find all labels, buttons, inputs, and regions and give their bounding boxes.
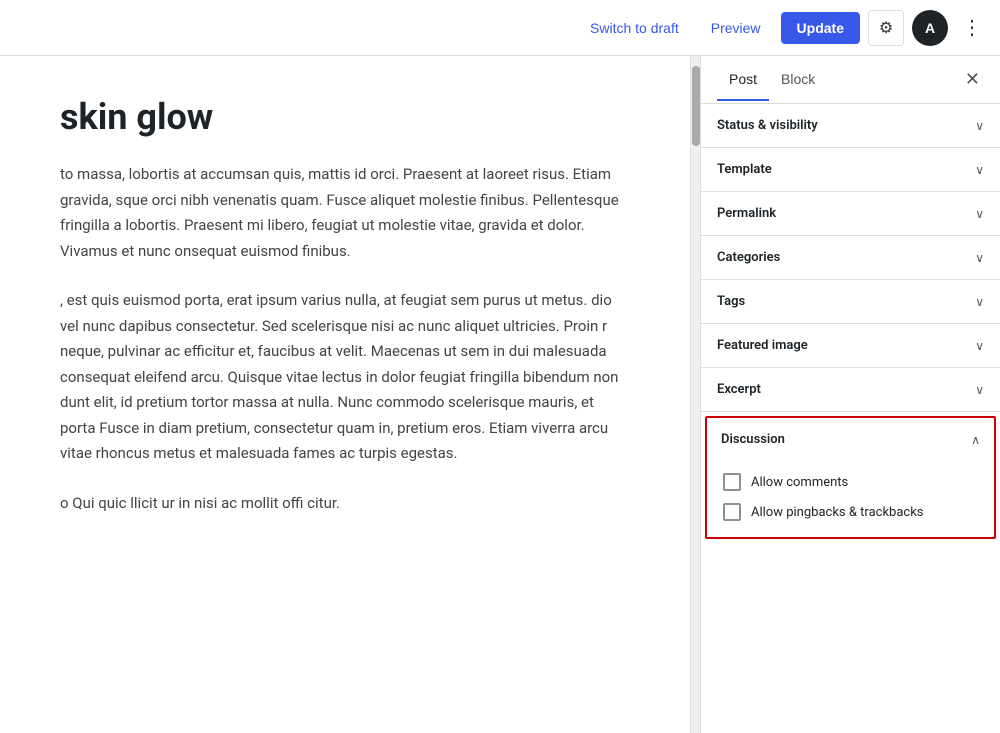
panel-excerpt-header[interactable]: Excerpt ∨ — [701, 368, 1000, 411]
tab-block[interactable]: Block — [769, 59, 827, 101]
sidebar-close-button[interactable]: ✕ — [961, 65, 984, 94]
editor-heading: skin glow — [60, 96, 630, 138]
sidebar-panels: Status & visibility ∨ Template ∨ Permali… — [701, 104, 1000, 733]
panel-discussion: Discussion ∧ Allow comments Allow pingba… — [705, 416, 996, 539]
panel-categories-header[interactable]: Categories ∨ — [701, 236, 1000, 279]
discussion-body: Allow comments Allow pingbacks & trackba… — [707, 461, 994, 537]
chevron-down-icon: ∨ — [975, 119, 984, 133]
editor-paragraph-3: o Qui quic llicit ur in nisi ac mollit o… — [60, 491, 630, 517]
panel-excerpt: Excerpt ∨ — [701, 368, 1000, 412]
allow-comments-label: Allow comments — [751, 475, 848, 490]
panel-status-visibility-header[interactable]: Status & visibility ∨ — [701, 104, 1000, 147]
more-options-button[interactable]: ⋮ — [956, 9, 988, 46]
panel-status-visibility: Status & visibility ∨ — [701, 104, 1000, 148]
chevron-down-icon: ∨ — [975, 339, 984, 353]
chevron-up-icon: ∧ — [971, 433, 980, 447]
sidebar-tabs: Post Block ✕ — [701, 56, 1000, 104]
panel-tags-title: Tags — [717, 294, 745, 309]
close-icon: ✕ — [965, 69, 980, 89]
chevron-down-icon: ∨ — [975, 207, 984, 221]
editor-scrollbar[interactable] — [690, 56, 700, 733]
avatar-button[interactable]: A — [912, 10, 948, 46]
chevron-down-icon: ∨ — [975, 295, 984, 309]
panel-featured-image-header[interactable]: Featured image ∨ — [701, 324, 1000, 367]
allow-pingbacks-row: Allow pingbacks & trackbacks — [723, 503, 978, 521]
settings-button[interactable]: ⚙ — [868, 10, 904, 46]
panel-categories: Categories ∨ — [701, 236, 1000, 280]
allow-pingbacks-checkbox[interactable] — [723, 503, 741, 521]
allow-comments-checkbox[interactable] — [723, 473, 741, 491]
panel-featured-image: Featured image ∨ — [701, 324, 1000, 368]
panel-tags-header[interactable]: Tags ∨ — [701, 280, 1000, 323]
panel-featured-image-title: Featured image — [717, 338, 808, 353]
panel-permalink-title: Permalink — [717, 206, 776, 221]
editor-area[interactable]: skin glow to massa, lobortis at accumsan… — [0, 56, 690, 733]
panel-categories-title: Categories — [717, 250, 780, 265]
gear-icon: ⚙ — [879, 18, 893, 38]
panel-status-visibility-title: Status & visibility — [717, 118, 818, 133]
editor-paragraph-1: to massa, lobortis at accumsan quis, mat… — [60, 162, 630, 264]
scrollbar-thumb — [692, 66, 700, 146]
panel-tags: Tags ∨ — [701, 280, 1000, 324]
panel-template-title: Template — [717, 162, 772, 177]
allow-comments-row: Allow comments — [723, 473, 978, 491]
toolbar: Switch to draft Preview Update ⚙ A ⋮ — [0, 0, 1000, 56]
chevron-down-icon: ∨ — [975, 251, 984, 265]
panel-permalink-header[interactable]: Permalink ∨ — [701, 192, 1000, 235]
sidebar: Post Block ✕ Status & visibility ∨ Templ… — [700, 56, 1000, 733]
preview-button[interactable]: Preview — [699, 14, 773, 42]
chevron-down-icon: ∨ — [975, 163, 984, 177]
chevron-down-icon: ∨ — [975, 383, 984, 397]
panel-template-header[interactable]: Template ∨ — [701, 148, 1000, 191]
panel-permalink: Permalink ∨ — [701, 192, 1000, 236]
allow-pingbacks-label: Allow pingbacks & trackbacks — [751, 505, 924, 520]
more-icon: ⋮ — [962, 17, 982, 39]
editor-paragraph-2: , est quis euismod porta, erat ipsum var… — [60, 288, 630, 467]
panel-excerpt-title: Excerpt — [717, 382, 761, 397]
avatar: A — [925, 20, 935, 36]
switch-to-draft-button[interactable]: Switch to draft — [578, 14, 691, 42]
update-button[interactable]: Update — [781, 12, 860, 44]
panel-discussion-header[interactable]: Discussion ∧ — [707, 418, 994, 461]
panel-template: Template ∨ — [701, 148, 1000, 192]
main-area: skin glow to massa, lobortis at accumsan… — [0, 56, 1000, 733]
tab-post[interactable]: Post — [717, 59, 769, 101]
panel-discussion-title: Discussion — [721, 432, 785, 447]
